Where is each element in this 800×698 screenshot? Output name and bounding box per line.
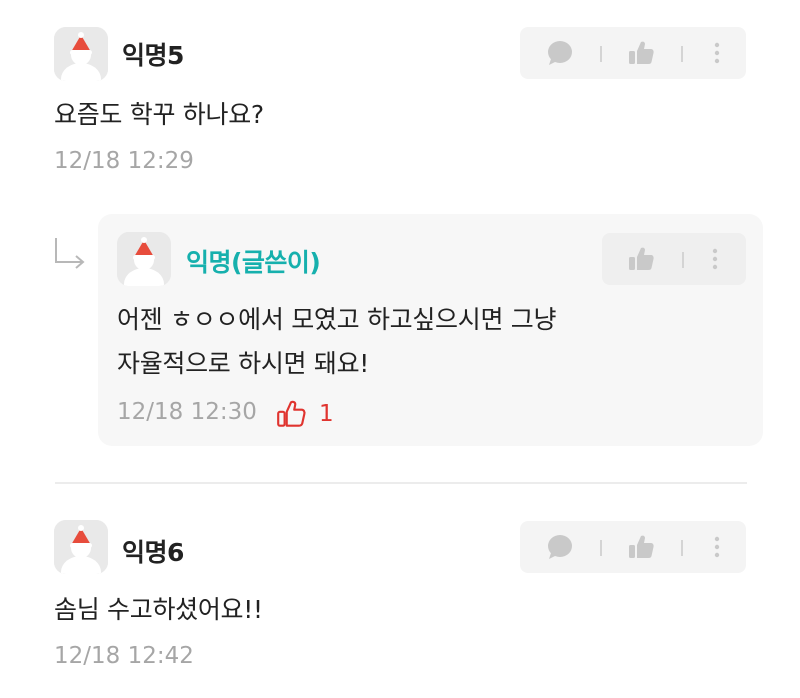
more-options-button[interactable] <box>702 38 732 68</box>
user-avatar-icon <box>54 520 108 574</box>
comment-author: 익명5 <box>122 41 184 70</box>
reply-author: 익명(글쓴이) <box>186 248 321 277</box>
more-vertical-icon <box>714 42 720 64</box>
comment-timestamp: 12/18 12:29 <box>54 148 194 174</box>
avatar[interactable] <box>117 232 171 286</box>
reply-comment-button[interactable] <box>545 532 575 562</box>
action-separator <box>600 46 602 62</box>
comment-author: 익명6 <box>122 538 184 567</box>
comment-icon <box>548 41 572 65</box>
thumbs-up-outline-icon <box>277 400 306 427</box>
avatar[interactable] <box>54 520 108 574</box>
reply-arrow-icon <box>55 238 85 269</box>
user-avatar-icon <box>117 232 171 286</box>
action-separator <box>600 540 602 556</box>
comment-action-bar <box>520 27 746 79</box>
action-separator <box>681 540 683 556</box>
reply-text-line: 어젠 ㅎㅇㅇ에서 모였고 하고싶으시면 그냥 <box>117 305 557 334</box>
user-avatar-icon <box>54 27 108 81</box>
comment-timestamp: 12/18 12:42 <box>54 643 194 669</box>
comment-item: 익명5 요즘도 학꾸 하나요? 12/18 12:29 <box>0 0 800 200</box>
like-button[interactable] <box>626 532 656 562</box>
action-separator <box>682 252 684 268</box>
comment-icon <box>548 535 572 559</box>
like-count-value: 1 <box>319 401 334 427</box>
like-count[interactable]: 1 <box>275 398 334 430</box>
like-button[interactable] <box>626 244 656 274</box>
thumbs-up-icon <box>629 41 654 64</box>
thumbs-up-icon <box>629 535 654 558</box>
more-vertical-icon <box>712 248 718 270</box>
action-separator <box>681 46 683 62</box>
comment-text: 솜님 수고하셨어요!! <box>54 595 263 624</box>
reply-action-bar <box>602 233 746 285</box>
reply-timestamp: 12/18 12:30 <box>117 399 257 425</box>
comment-text: 요즘도 학꾸 하나요? <box>54 100 264 129</box>
more-vertical-icon <box>714 536 720 558</box>
more-options-button[interactable] <box>700 244 730 274</box>
comment-action-bar <box>520 521 746 573</box>
divider <box>55 482 747 484</box>
reply-text-line: 자율적으로 하시면 돼요! <box>117 349 370 378</box>
reply-indicator <box>52 236 88 274</box>
more-options-button[interactable] <box>702 532 732 562</box>
avatar[interactable] <box>54 27 108 81</box>
reply-comment-button[interactable] <box>545 38 575 68</box>
like-button[interactable] <box>626 38 656 68</box>
thumbs-up-icon <box>629 247 654 270</box>
